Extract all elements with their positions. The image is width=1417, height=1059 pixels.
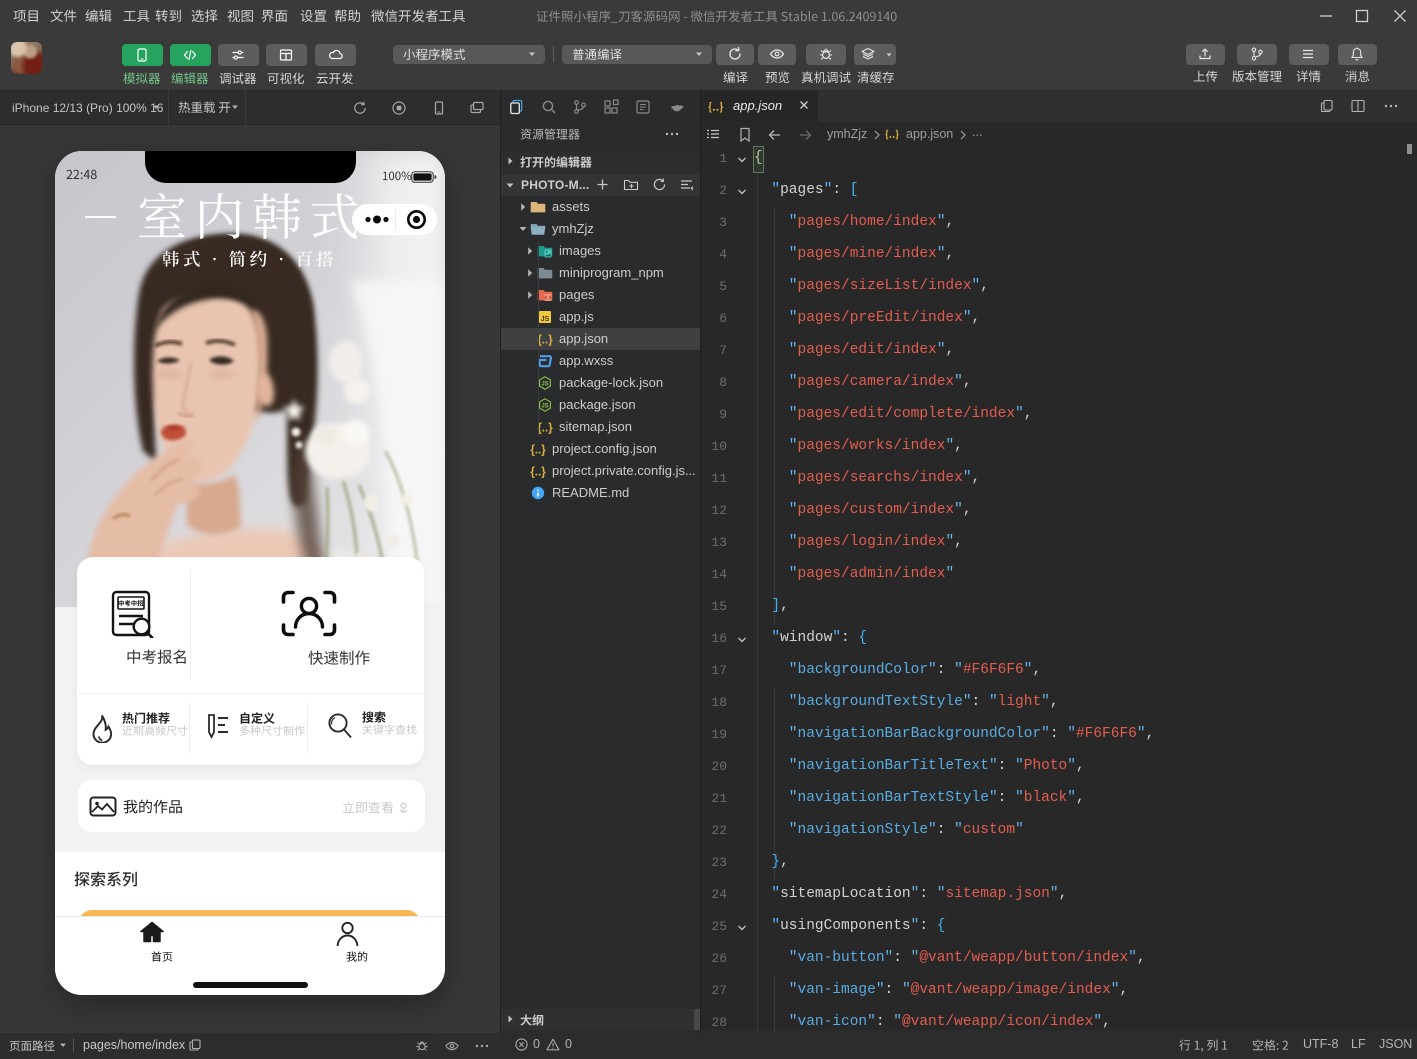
svg-text:{..}: {..}: [530, 445, 546, 457]
svg-text:{..}: {..}: [537, 423, 553, 435]
svg-text:{..}: {..}: [537, 335, 553, 347]
svg-text:{..}: {..}: [530, 467, 546, 479]
svg-text:JS: JS: [541, 382, 548, 388]
svg-text:JS: JS: [541, 404, 548, 410]
svg-text:JS: JS: [541, 316, 550, 323]
